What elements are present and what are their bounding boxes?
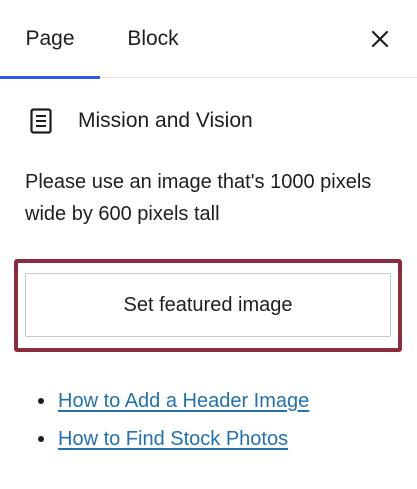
page-document-icon [30,107,56,135]
link-add-header-image[interactable]: How to Add a Header Image [58,390,309,413]
bullet [38,398,44,404]
document-row: Mission and Vision [30,104,253,138]
document-title: Mission and Vision [78,109,253,132]
active-tab-indicator [0,76,100,79]
sidebar-tabs: Page Block [0,0,417,79]
featured-image-help-text: Please use an image that's 1000 pixels w… [25,171,372,225]
tab-page[interactable]: Page [0,0,100,79]
list-item: How to Add a Header Image [38,382,309,420]
tab-block[interactable]: Block [108,0,198,78]
close-button[interactable] [365,24,395,54]
list-item: How to Find Stock Photos [38,420,309,458]
tab-page-label: Page [25,27,75,50]
tab-block-label: Block [127,27,179,50]
link-find-stock-photos[interactable]: How to Find Stock Photos [58,428,288,451]
bullet [38,436,44,442]
close-icon [371,30,389,48]
settings-sidebar: Page Block Mission and Vision Please use… [0,0,417,489]
set-featured-image-button[interactable]: Set featured image [25,273,391,337]
help-links-list: How to Add a Header Image How to Find St… [38,382,309,458]
